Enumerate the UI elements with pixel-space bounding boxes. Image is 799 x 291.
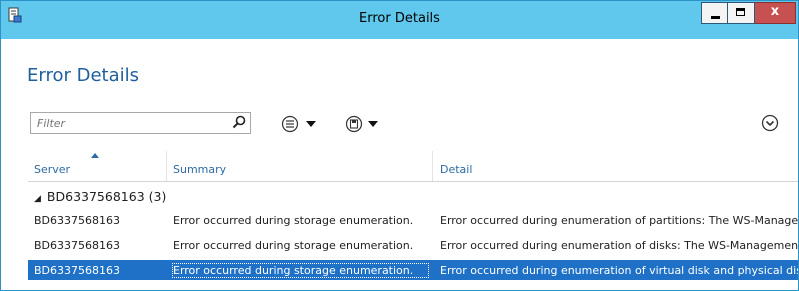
- page-title: Error Details: [27, 65, 139, 86]
- group-header[interactable]: ◢ BD6337568163 (3): [28, 189, 166, 204]
- table-row[interactable]: BD6337568163 Error occurred during stora…: [28, 235, 798, 255]
- sort-ascending-icon: [91, 153, 99, 158]
- cell-detail: Error occurred during enumeration of vir…: [440, 264, 798, 277]
- column-header-detail[interactable]: Detail: [440, 163, 472, 176]
- filter-input[interactable]: [31, 113, 227, 133]
- window-title: Error Details: [359, 11, 440, 26]
- collapse-triangle-icon[interactable]: ◢: [34, 194, 41, 204]
- close-icon: x: [770, 4, 780, 19]
- search-icon[interactable]: [232, 115, 246, 129]
- cell-summary: Error occurred during storage enumeratio…: [172, 263, 429, 278]
- group-label: BD6337568163 (3): [46, 189, 167, 204]
- column-separator[interactable]: [432, 151, 433, 181]
- minimize-button[interactable]: [701, 2, 728, 24]
- cell-summary: Error occurred during storage enumeratio…: [173, 214, 414, 227]
- cell-summary: Error occurred during storage enumeratio…: [173, 239, 414, 252]
- cell-detail: Error occurred during enumeration of par…: [440, 214, 798, 227]
- expand-button[interactable]: [761, 114, 779, 132]
- chevron-down-icon: [306, 121, 316, 127]
- column-separator[interactable]: [166, 151, 167, 181]
- chevron-down-icon: [368, 121, 378, 127]
- title-bar[interactable]: Error Details x: [1, 1, 798, 39]
- cell-server: BD6337568163: [34, 239, 121, 252]
- maximize-icon: [736, 8, 745, 16]
- chevron-down-circle-icon: [761, 114, 779, 132]
- column-header: Server Summary Detail: [28, 151, 798, 182]
- table-row-selected[interactable]: BD6337568163 Error occurred during stora…: [28, 260, 798, 280]
- list-icon: [281, 115, 299, 133]
- cell-server: BD6337568163: [34, 214, 121, 227]
- save-icon: [345, 115, 363, 133]
- error-details-window: Error Details x Error Details Filter Ser…: [0, 0, 799, 291]
- cell-server: BD6337568163: [34, 264, 121, 277]
- filter-box[interactable]: [30, 112, 251, 134]
- column-header-server[interactable]: Server: [34, 163, 70, 176]
- maximize-button[interactable]: [728, 2, 755, 24]
- minimize-icon: [711, 16, 720, 19]
- close-button[interactable]: x: [755, 2, 796, 24]
- column-header-summary[interactable]: Summary: [173, 163, 226, 176]
- save-options-button[interactable]: [345, 114, 383, 134]
- cell-detail: Error occurred during enumeration of dis…: [440, 239, 798, 252]
- table-row[interactable]: BD6337568163 Error occurred during stora…: [28, 210, 798, 230]
- list-options-button[interactable]: [281, 114, 323, 134]
